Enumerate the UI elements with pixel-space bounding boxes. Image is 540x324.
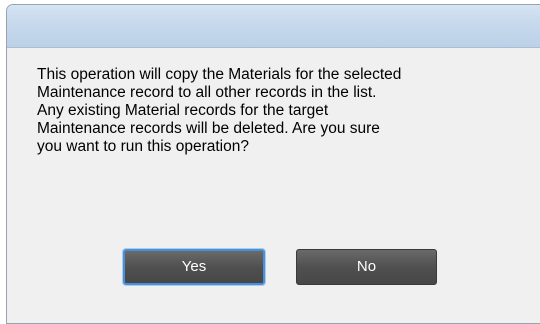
no-button[interactable]: No xyxy=(296,249,437,285)
confirmation-dialog: This operation will copy the Materials f… xyxy=(6,4,540,324)
confirmation-message: This operation will copy the Materials f… xyxy=(37,66,402,155)
dialog-body: This operation will copy the Materials f… xyxy=(7,48,540,323)
yes-button[interactable]: Yes xyxy=(123,249,265,285)
dialog-titlebar[interactable] xyxy=(7,5,540,48)
